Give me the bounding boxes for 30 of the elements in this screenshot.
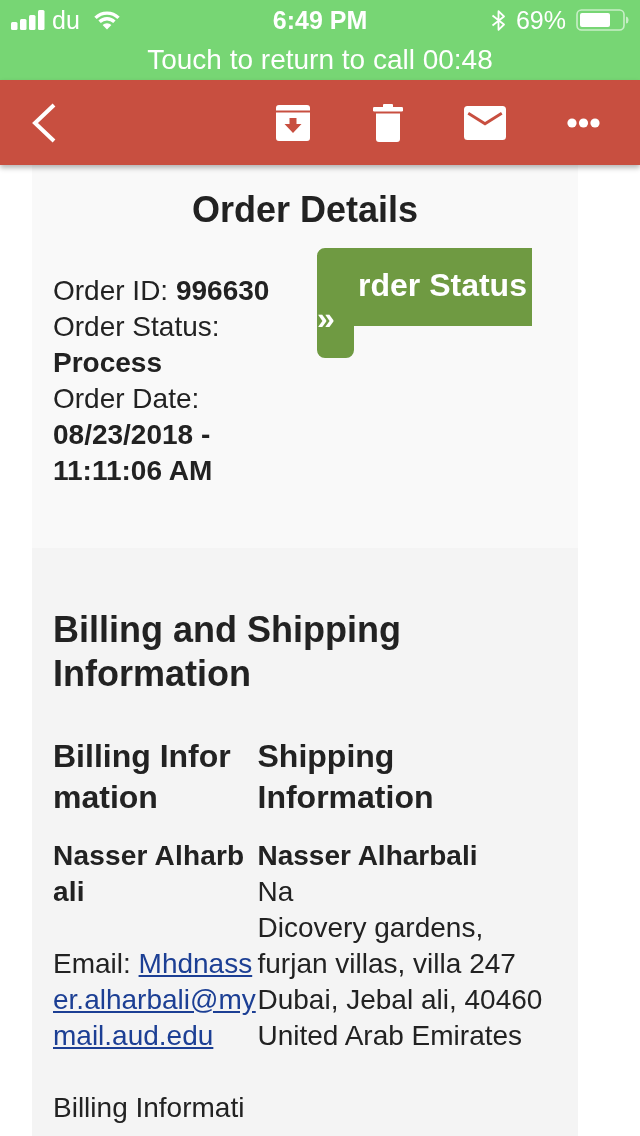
wifi-icon: [92, 10, 121, 30]
address-line: Dicovery gardens,: [257, 911, 484, 945]
billing-column-heading: Billing Information: [53, 737, 232, 817]
mail-icon: [464, 105, 506, 140]
address-line: Dubai, Jebal ali, 40460: [257, 983, 543, 1017]
order-field-text: Order ID: 996630: [53, 274, 270, 308]
address-line: United Arab Emirates: [257, 1019, 523, 1053]
return-to-call-banner[interactable]: Touch to return to call 00:48: [0, 40, 640, 80]
archive-box-icon: [274, 103, 312, 142]
more-icon: [567, 117, 600, 128]
email-address-text[interactable]: Email: Mhdnasser.alharbali@mymail.aud.edu: [53, 946, 258, 1054]
back-icon: [32, 102, 56, 143]
trash-icon: [373, 103, 403, 142]
order-field-text: Order Status: Process: [53, 310, 221, 380]
customer-name: Nasser Alharbali: [257, 839, 478, 873]
battery-percent: 69%: [515, 5, 566, 35]
status-time: 6:49 PM: [272, 5, 368, 35]
carrier-name: du: [52, 5, 80, 35]
shipping-column-heading: Shipping Information: [257, 737, 435, 817]
signal-icon: [11, 10, 45, 30]
order-field-text: Order Date: 08/23/2018 - 11:11:06 AM: [53, 382, 214, 488]
billing-shipping-title: Billing and Shipping Information: [53, 608, 402, 696]
battery-icon: [576, 9, 629, 31]
customer-name: Nasser Alharbali: [53, 839, 246, 909]
order-status-button[interactable]: rder Status »: [317, 248, 532, 358]
address-line: Na: [257, 875, 294, 909]
order-details-title: Order Details: [191, 188, 419, 232]
address-line: furjan villas, villa 247: [257, 947, 516, 981]
bluetooth-icon: [490, 9, 506, 31]
billing-note-text: Billing Informati: [53, 1091, 245, 1125]
